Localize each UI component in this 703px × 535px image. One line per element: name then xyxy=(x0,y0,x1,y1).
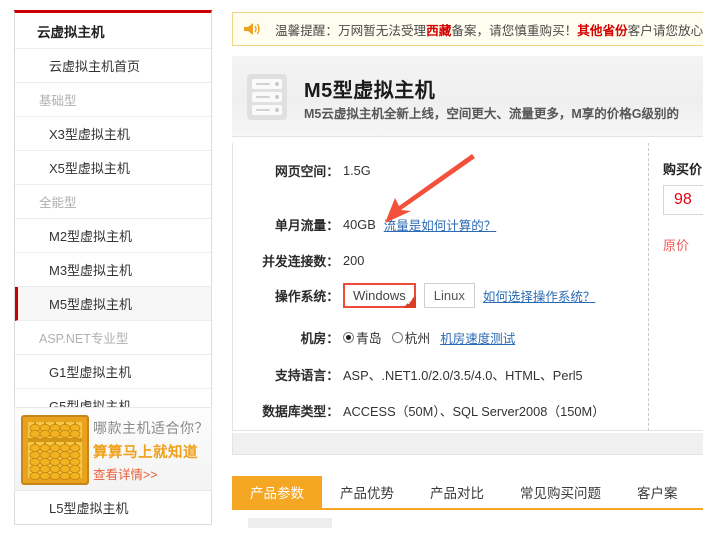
os-option-linux[interactable]: Linux xyxy=(424,283,475,308)
spec-row-traffic: 单月流量： 40GB 流量是如何计算的？ xyxy=(233,215,633,234)
price-panel: 购买价 98 原价 xyxy=(648,143,703,431)
spec-card: 网页空间： 1.5G 单月流量： 40GB 流量是如何计算的？ 并发连接数： 2… xyxy=(232,143,703,431)
database-value: ACCESS（50M）、SQL Server2008（150M） xyxy=(343,401,605,420)
product-header: M5型虚拟主机 M5云虚拟主机全新上线，空间更大、流量更多，M享的价格G级别的 xyxy=(232,56,703,137)
space-value: 1.5G xyxy=(343,163,371,178)
room-radio-hangzhou[interactable] xyxy=(392,332,403,343)
room-radio-hangzhou-label: 杭州 xyxy=(405,328,431,347)
sidebar-group-1: 基础型 xyxy=(15,83,211,117)
spec-row-languages: 支持语言： ASP、.NET1.0/2.0/3.5/4.0、HTML、Perl5 xyxy=(233,365,633,384)
notice-middle: 备案，请您慎重购买！ xyxy=(451,24,577,38)
product-title: M5型虚拟主机 xyxy=(304,74,435,103)
room-speed-test-link[interactable]: 机房速度测试 xyxy=(440,328,515,347)
sidebar-item-6[interactable]: M3型虚拟主机 xyxy=(15,253,211,287)
sidebar-item-0[interactable]: 云虚拟主机首页 xyxy=(15,49,211,83)
traffic-help-link[interactable]: 流量是如何计算的？ xyxy=(384,215,497,234)
banner-detail-link[interactable]: 查看详情>> xyxy=(93,464,158,483)
os-label: 操作系统： xyxy=(233,286,343,305)
languages-value: ASP、.NET1.0/2.0/3.5/4.0、HTML、Perl5 xyxy=(343,365,583,384)
price-box: 98 xyxy=(663,185,703,215)
tab-4[interactable]: 客户案 xyxy=(619,476,696,508)
price-amount: 98 xyxy=(674,191,692,209)
os-option-linux-label: Linux xyxy=(434,288,465,303)
room-label: 机房： xyxy=(233,328,343,347)
sidebar-item-9[interactable]: G1型虚拟主机 xyxy=(15,355,211,389)
connections-value: 200 xyxy=(343,253,364,268)
promo-banner[interactable]: 哪款主机适合你？ 算算马上就知道 查看详情>> xyxy=(14,407,212,491)
room-radio-qingdao[interactable] xyxy=(343,332,354,343)
spec-row-database: 数据库类型： ACCESS（50M）、SQL Server2008（150M） xyxy=(233,401,633,420)
os-option-windows-label: Windows xyxy=(353,288,406,303)
tab-content-stub xyxy=(248,518,332,528)
check-icon: ✓ xyxy=(406,298,414,307)
sidebar-header: 云虚拟主机 xyxy=(15,13,211,49)
server-rack-icon xyxy=(246,73,288,121)
sidebar-item-5[interactable]: M2型虚拟主机 xyxy=(15,219,211,253)
notice-text: 温馨提醒：万网暂无法受理西藏备案，请您慎重购买！其他省份客户请您放心购买 xyxy=(275,20,703,39)
notice-bar: 温馨提醒：万网暂无法受理西藏备案，请您慎重购买！其他省份客户请您放心购买 xyxy=(232,12,703,46)
room-radio-qingdao-label: 青岛 xyxy=(356,328,382,347)
card-footer-band xyxy=(232,433,703,455)
sidebar-item-13[interactable]: L5型虚拟主机 xyxy=(15,491,211,524)
page-root: 云虚拟主机 云虚拟主机首页基础型X3型虚拟主机X5型虚拟主机全能型M2型虚拟主机… xyxy=(0,0,703,535)
spec-row-room: 机房： 青岛 杭州 机房速度测试 xyxy=(233,328,633,347)
notice-prefix: 温馨提醒：万网暂无法受理 xyxy=(275,24,426,38)
sidebar-group-4: 全能型 xyxy=(15,185,211,219)
traffic-label: 单月流量： xyxy=(233,215,343,234)
sidebar-item-3[interactable]: X5型虚拟主机 xyxy=(15,151,211,185)
languages-label: 支持语言： xyxy=(233,365,343,384)
tab-1[interactable]: 产品优势 xyxy=(322,476,412,508)
sidebar-item-2[interactable]: X3型虚拟主机 xyxy=(15,117,211,151)
notice-highlight-other-provinces: 其他省份 xyxy=(577,24,627,38)
spec-row-connections: 并发连接数： 200 xyxy=(233,251,633,270)
traffic-value: 40GB xyxy=(343,217,376,232)
original-price-label: 原价 xyxy=(663,235,689,254)
database-label: 数据库类型： xyxy=(233,401,343,420)
space-label: 网页空间： xyxy=(233,161,343,180)
section-divider xyxy=(232,455,703,456)
tab-3[interactable]: 常见购买问题 xyxy=(502,476,619,508)
sidebar-group-8: ASP.NET专业型 xyxy=(15,321,211,355)
banner-line-1: 哪款主机适合你？ xyxy=(93,418,209,438)
tab-2[interactable]: 产品对比 xyxy=(412,476,502,508)
os-help-link[interactable]: 如何选择操作系统？ xyxy=(483,286,596,305)
buy-price-label: 购买价 xyxy=(663,159,702,178)
tab-0[interactable]: 产品参数 xyxy=(232,476,322,508)
notice-suffix: 客户请您放心购买 xyxy=(628,24,703,38)
connections-label: 并发连接数： xyxy=(233,251,343,270)
banner-line-2: 算算马上就知道 xyxy=(93,441,198,462)
product-subtitle: M5云虚拟主机全新上线，空间更大、流量更多，M享的价格G级别的 xyxy=(304,103,679,122)
spec-row-os: 操作系统： Windows ✓ Linux 如何选择操作系统？ xyxy=(233,283,633,308)
spec-row-space: 网页空间： 1.5G xyxy=(233,161,633,180)
speaker-icon xyxy=(243,21,261,37)
notice-highlight-tibet: 西藏 xyxy=(426,24,451,38)
sidebar-item-7[interactable]: M5型虚拟主机 xyxy=(15,287,211,321)
abacus-icon xyxy=(19,412,91,488)
os-option-windows[interactable]: Windows ✓ xyxy=(343,283,416,308)
content-tabs: 产品参数产品优势产品对比常见购买问题客户案 xyxy=(232,476,703,510)
